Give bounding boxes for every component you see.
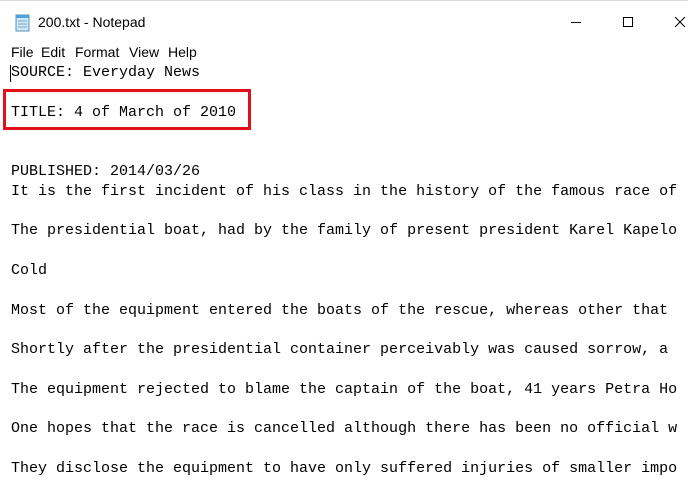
menu-file[interactable]: File: [11, 43, 34, 61]
editor-line: The equipment rejected to blame the capt…: [11, 380, 678, 398]
menu-format[interactable]: Format: [75, 43, 119, 61]
editor-line: It is the first incident of his class in…: [11, 182, 678, 200]
editor-line: They disclose the equipment to have only…: [11, 460, 678, 477]
notepad-icon: [15, 13, 32, 32]
maximize-icon: [623, 17, 633, 27]
title-bar[interactable]: 200.txt - Notepad: [0, 1, 688, 43]
editor-line: Shortly after the presidential container…: [11, 341, 669, 359]
editor-line: SOURCE: Everyday News: [11, 64, 201, 81]
maximize-button[interactable]: [605, 1, 651, 43]
text-editor[interactable]: SOURCE: Everyday News TITLE: 4 of March o…: [0, 61, 688, 484]
minimize-icon: [571, 22, 581, 23]
editor-line: TITLE: 4 of March of 2010: [11, 103, 237, 121]
menu-help[interactable]: Help: [168, 43, 197, 61]
editor-line: The presidential boat, had by the family…: [11, 222, 678, 240]
editor-line: Most of the equipment entered the boats …: [11, 301, 669, 319]
notepad-window: 200.txt - Notepad File Edit Format View …: [0, 0, 688, 484]
menu-edit[interactable]: Edit: [41, 43, 65, 61]
menu-view[interactable]: View: [129, 43, 159, 61]
close-button[interactable]: [657, 1, 688, 43]
close-icon: [674, 16, 686, 28]
minimize-button[interactable]: [553, 1, 599, 43]
window-title: 200.txt - Notepad: [38, 14, 146, 30]
editor-line: Cold: [11, 262, 48, 279]
editor-line: PUBLISHED: 2014/03/26: [11, 163, 201, 180]
editor-line: One hopes that the race is cancelled alt…: [11, 420, 678, 438]
menu-bar: File Edit Format View Help: [0, 43, 688, 61]
